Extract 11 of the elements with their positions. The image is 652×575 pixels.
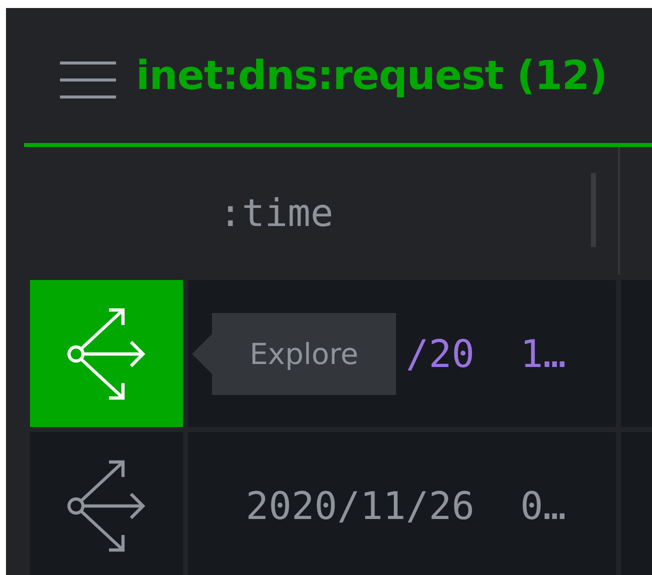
tooltip: Explore: [192, 313, 396, 395]
table-cell: /20 1…: [406, 332, 566, 376]
explore-button[interactable]: [30, 432, 183, 575]
explore-icon: [66, 306, 146, 400]
menu-icon[interactable]: [60, 60, 116, 98]
column-header[interactable]: :time: [188, 187, 334, 235]
resize-handle[interactable]: [591, 173, 596, 247]
explore-icon: [66, 458, 146, 552]
table-cell: 2020/11/26 0…: [246, 484, 566, 528]
explore-button[interactable]: [30, 280, 183, 427]
window-title: inet:dns:request (12): [136, 52, 608, 98]
